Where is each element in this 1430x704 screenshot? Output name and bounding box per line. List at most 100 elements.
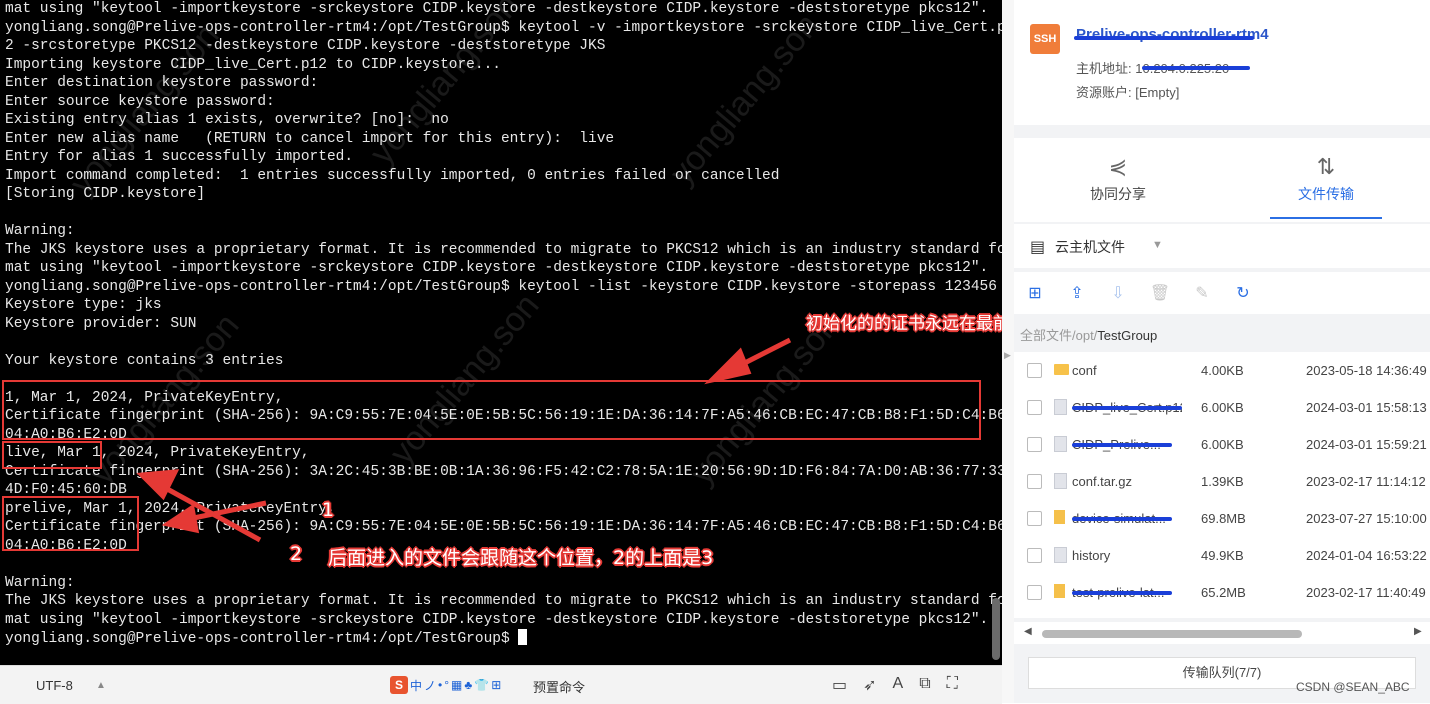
sogou-ime-icon[interactable]: S <box>390 676 408 694</box>
panel-tabs: ⋞ 协同分享 ⇅ 文件传输 <box>1014 138 1430 222</box>
terminal-line: prelive, Mar 1, 2024, PrivateKeyEntry, <box>5 500 336 517</box>
refresh-icon[interactable]: ↻ <box>1232 282 1254 304</box>
host-account-row: 资源账户: [Empty] <box>1076 82 1179 101</box>
row-checkbox[interactable] <box>1027 437 1042 452</box>
tab-share[interactable]: ⋞ 协同分享 <box>1058 138 1178 222</box>
encoding-label[interactable]: UTF-8 <box>36 678 73 693</box>
redaction-scribble <box>1072 443 1172 447</box>
host-card: SSH Prelive-ops-controller-rtm4 主机地址: 10… <box>1014 0 1430 125</box>
terminal-line: mat using "keytool -importkeystore -srck… <box>5 611 989 628</box>
file-size: 6.00KB <box>1201 400 1244 415</box>
file-row[interactable]: device-simulat...69.8MB2023-07-27 15:10:… <box>1014 500 1430 537</box>
ime-glyph[interactable]: 👕 <box>474 678 489 692</box>
scroll-right-icon[interactable]: ▶ <box>1414 626 1422 637</box>
file-transfer-icon: ⇅ <box>1316 154 1336 179</box>
breadcrumb-path[interactable]: 全部文件/opt/TestGroup <box>1020 325 1157 344</box>
file-row[interactable]: history 49.9KB 2024-01-04 16:53:22 <box>1014 537 1430 574</box>
file-list-hscroll[interactable]: ◀ ▶ <box>1014 622 1430 644</box>
ime-glyph[interactable]: • <box>438 678 442 692</box>
font-icon[interactable]: A <box>893 675 904 695</box>
terminal-line: Certificate fingerprint (SHA-256): 9A:C9… <box>5 519 1002 535</box>
row-checkbox[interactable] <box>1027 585 1042 600</box>
terminal-line: mat using "keytool -importkeystore -srck… <box>5 260 989 276</box>
collapse-arrow-icon[interactable]: ▶ <box>1004 350 1011 361</box>
copy-icon[interactable]: ⧉ <box>919 675 930 695</box>
breadcrumb-parent[interactable]: 全部文件/opt/ <box>1020 328 1097 343</box>
credit-watermark: CSDN @SEAN_ABC <box>1296 680 1410 694</box>
row-checkbox[interactable] <box>1027 400 1042 415</box>
row-checkbox[interactable] <box>1027 511 1042 526</box>
file-name[interactable]: history <box>1072 548 1182 563</box>
terminal-line: Warning: <box>5 574 75 591</box>
terminal-line: Importing keystore CIDP_live_Cert.p12 to… <box>5 56 501 73</box>
upload-icon[interactable]: ⇪ <box>1066 282 1088 304</box>
terminal-line: Enter destination keystore password: <box>5 75 319 91</box>
annotation-label-2: 2 <box>290 543 303 565</box>
file-icon <box>1054 436 1067 456</box>
file-name[interactable]: conf <box>1072 363 1182 378</box>
screen-icon[interactable]: ▭ <box>832 675 847 695</box>
ime-glyph[interactable]: ▦ <box>451 678 462 692</box>
scroll-thumb[interactable] <box>1042 630 1302 638</box>
host-address-label: 主机地址: <box>1076 61 1132 76</box>
file-date: 2024-01-04 16:53:22 <box>1306 548 1427 563</box>
cloud-host-files-selector[interactable]: ▤ 云主机文件 ▼ <box>1014 224 1430 268</box>
status-tools: ▭ ➶ A ⧉ ⛶ <box>832 675 958 695</box>
terminal-scrollbar[interactable] <box>992 598 1000 660</box>
ime-glyph[interactable]: ノ <box>424 677 436 694</box>
file-size: 49.9KB <box>1201 548 1244 563</box>
preset-commands-button[interactable]: 预置命令 <box>533 677 585 696</box>
send-icon[interactable]: ➶ <box>863 675 876 695</box>
terminal-cursor <box>518 629 528 645</box>
file-list: conf 4.00KB 2023-05-18 14:36:49 CIDP_live_C… <box>1014 352 1430 618</box>
delete-icon[interactable]: 🗑 <box>1149 282 1171 304</box>
redaction-scribble <box>1074 36 1254 40</box>
file-toolbar: ⊞ ⇪ ⇩ 🗑 ✎ ↻ <box>1014 272 1430 314</box>
rename-icon[interactable]: ✎ <box>1191 282 1213 304</box>
file-date: 2024-03-01 15:58:13 <box>1306 400 1427 415</box>
highlight-box-first-entry <box>2 380 981 440</box>
ime-glyph[interactable]: ⊞ <box>491 678 501 692</box>
ime-glyph[interactable]: ♣ <box>464 678 472 692</box>
terminal-line: Warning: <box>5 223 75 239</box>
share-icon: ⋞ <box>1108 154 1128 179</box>
ime-glyph[interactable]: ° <box>444 678 449 692</box>
new-folder-icon[interactable]: ⊞ <box>1024 282 1046 304</box>
fullscreen-icon[interactable]: ⛶ <box>947 675 958 695</box>
chevron-up-icon[interactable]: ▲ <box>96 680 106 691</box>
tab-file-transfer[interactable]: ⇅ 文件传输 <box>1266 138 1386 222</box>
row-checkbox[interactable] <box>1027 548 1042 563</box>
file-row[interactable]: test-prelive-lat...65.2MB2023-02-17 11:4… <box>1014 574 1430 611</box>
file-row[interactable]: CIDP_Prelive...6.00KB2024-03-01 15:59:21 <box>1014 426 1430 463</box>
right-panel: SSH Prelive-ops-controller-rtm4 主机地址: 10… <box>1014 0 1430 703</box>
file-name[interactable]: conf.tar.gz <box>1072 474 1182 489</box>
download-icon[interactable]: ⇩ <box>1107 282 1129 304</box>
row-checkbox[interactable] <box>1027 363 1042 378</box>
annotation-top-note: 初始化的的证书永远在最前面 <box>806 314 1002 334</box>
scroll-left-icon[interactable]: ◀ <box>1024 626 1032 637</box>
terminal-line: 2 -srcstoretype PKCS12 -destkeystore CID… <box>5 38 606 54</box>
redaction-scribble <box>1072 406 1182 410</box>
tab-share-label: 协同分享 <box>1090 186 1146 202</box>
host-account-value: [Empty] <box>1135 85 1180 100</box>
terminal-window[interactable]: yongliang.son yongliang.son yongliang.so… <box>0 0 1002 665</box>
redaction-scribble <box>1072 591 1172 595</box>
file-icon <box>1054 547 1067 567</box>
terminal-line: [Storing CIDP.keystore] <box>5 186 206 202</box>
folder-icon <box>1054 362 1069 379</box>
chevron-down-icon[interactable]: ▼ <box>1152 239 1163 251</box>
file-row[interactable]: conf 4.00KB 2023-05-18 14:36:49 <box>1014 352 1430 389</box>
section-title: 云主机文件 <box>1055 239 1125 255</box>
terminal-line: The JKS keystore uses a proprietary form… <box>5 593 1002 609</box>
ime-toolbar[interactable]: S 中 ノ • ° ▦ ♣ 👕 ⊞ <box>390 676 501 694</box>
status-bar: UTF-8 ▲ S 中 ノ • ° ▦ ♣ 👕 ⊞ 预置命令 ▭ ➶ A ⧉ ⛶ <box>0 665 1002 704</box>
terminal-line: Import command completed: 1 entries succ… <box>5 167 780 184</box>
file-icon <box>1054 399 1067 419</box>
ime-glyph[interactable]: 中 <box>410 677 422 694</box>
row-checkbox[interactable] <box>1027 474 1042 489</box>
file-row[interactable]: conf.tar.gz 1.39KB 2023-02-17 11:14:12 <box>1014 463 1430 500</box>
terminal-line: yongliang.song@Prelive-ops-controller-rt… <box>5 278 997 295</box>
file-row[interactable]: CIDP_live_Cert.p126.00KB2024-03-01 15:58… <box>1014 389 1430 426</box>
